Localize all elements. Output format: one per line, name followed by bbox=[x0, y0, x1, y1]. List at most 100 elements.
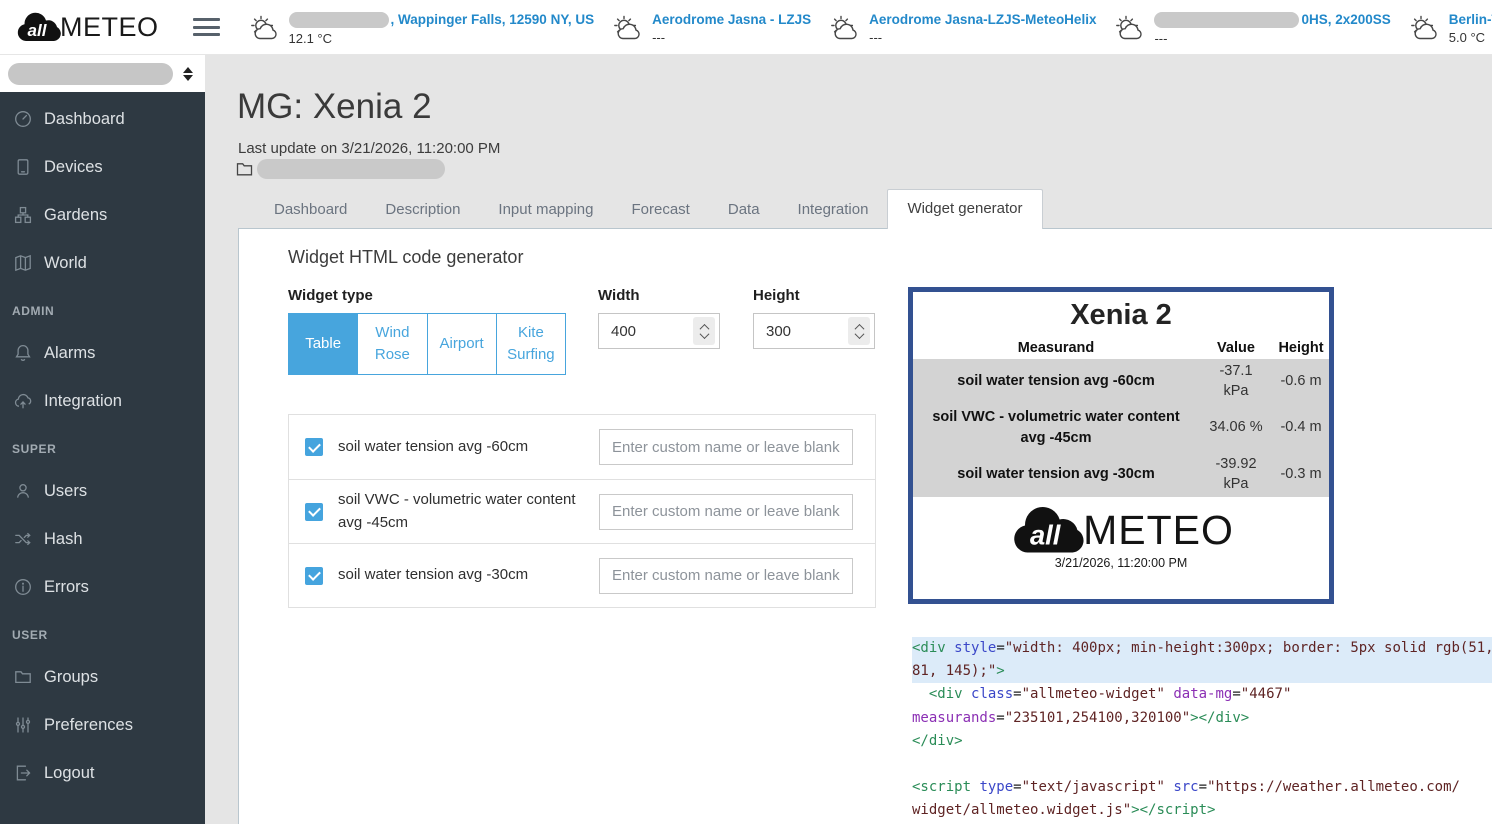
sidebar-item-preferences[interactable]: Preferences bbox=[0, 701, 205, 749]
preview-measurand: soil VWC - volumetric water content avg … bbox=[932, 409, 1180, 447]
sidebar-item-devices[interactable]: Devices bbox=[0, 143, 205, 191]
preview-title: Xenia 2 bbox=[1070, 299, 1172, 331]
width-input[interactable] bbox=[599, 322, 669, 340]
code-line: measurands="235101,254100,320100"></div> bbox=[912, 709, 1250, 726]
preview-value: 34.06 % bbox=[1209, 419, 1263, 436]
custom-name-input[interactable] bbox=[599, 493, 853, 530]
station-temp: --- bbox=[652, 29, 666, 45]
station-link-aerodrome-jasna-lzjs-meteohelix[interactable]: Aerodrome Jasna-LZJS-MeteoHelix --- bbox=[826, 7, 1096, 48]
widget-generator-panel: Widget HTML code generator Widget type T… bbox=[238, 228, 1492, 824]
redacted-text bbox=[1154, 11, 1300, 28]
tab-data[interactable]: Data bbox=[709, 191, 779, 228]
preview-row: soil VWC - volumetric water content avg … bbox=[913, 404, 1329, 453]
sidebar-item-logout[interactable]: Logout bbox=[0, 749, 205, 797]
generator-controls: Widget type Table Wind Rose Airport Kite Su… bbox=[288, 287, 888, 407]
allmeteo-logo[interactable]: all METEO bbox=[14, 9, 159, 45]
tab-dashboard[interactable]: Dashboard bbox=[255, 191, 366, 228]
errors-icon bbox=[13, 577, 33, 597]
station-name: Aerodrome Jasna-LZJS-MeteoHelix bbox=[869, 11, 1097, 27]
sun-cloud-icon bbox=[826, 13, 864, 48]
measurand-checkbox[interactable] bbox=[305, 566, 323, 585]
sidebar-item-hash[interactable]: Hash bbox=[0, 515, 205, 563]
logout-icon bbox=[13, 763, 33, 783]
sidebar-item-errors[interactable]: Errors bbox=[0, 563, 205, 611]
sidebar-item-dashboard[interactable]: Dashboard bbox=[0, 95, 205, 143]
sidebar-section-admin: ADMIN bbox=[12, 304, 55, 318]
custom-name-input[interactable] bbox=[599, 557, 853, 594]
measurand-checkbox[interactable] bbox=[305, 438, 323, 456]
gardens-icon bbox=[13, 205, 33, 225]
station-name: , Wappinger Falls, 12590 NY, US bbox=[288, 11, 594, 28]
sun-cloud-icon bbox=[1111, 13, 1149, 48]
integration-icon bbox=[13, 391, 33, 411]
widget-type-wind-rose-button[interactable]: Wind Rose bbox=[357, 313, 428, 375]
preview-measurand: soil water tension avg -30cm bbox=[957, 466, 1155, 483]
topbar: all METEO , Wappinger Falls, 12590 NY, U… bbox=[0, 0, 1492, 55]
tab-input-mapping[interactable]: Input mapping bbox=[479, 191, 612, 228]
hamburger-menu-icon[interactable] bbox=[189, 10, 224, 45]
height-stepper[interactable] bbox=[848, 317, 870, 345]
sidebar-item-alarms[interactable]: Alarms bbox=[0, 329, 205, 377]
group-select-dropdown[interactable] bbox=[0, 55, 205, 92]
tab-description[interactable]: Description bbox=[366, 191, 479, 228]
preview-row: soil water tension avg -60cm -37.1 kPa -0.… bbox=[913, 359, 1329, 405]
station-link-aerodrome-jasna-lzjs[interactable]: Aerodrome Jasna - LZJS --- bbox=[609, 7, 811, 48]
sun-cloud-icon bbox=[1406, 13, 1444, 48]
world-icon bbox=[13, 253, 33, 273]
preview-value: -37.1 kPa bbox=[1219, 363, 1253, 399]
sidebar-item-gardens[interactable]: Gardens bbox=[0, 191, 205, 239]
logo-meteo-text: METEO bbox=[60, 11, 159, 42]
sidebar-item-integration[interactable]: Integration bbox=[0, 377, 205, 425]
code-line: <script type="text/javascript" src="http… bbox=[912, 779, 1460, 796]
folder-icon bbox=[236, 163, 253, 176]
devices-icon bbox=[13, 157, 33, 177]
station-temp: 12.1 °C bbox=[288, 30, 333, 46]
groups-icon bbox=[13, 667, 33, 687]
sun-cloud-icon bbox=[246, 13, 284, 48]
tab-widget-generator[interactable]: Widget generator bbox=[887, 189, 1043, 229]
custom-name-input[interactable] bbox=[599, 429, 853, 465]
preview-height: -0.6 m bbox=[1280, 372, 1322, 389]
tab-integration[interactable]: Integration bbox=[779, 191, 888, 228]
station-link-berlin-tegel[interactable]: Berlin-Tegel 5.0 °C bbox=[1406, 7, 1492, 48]
tab-forecast[interactable]: Forecast bbox=[613, 191, 709, 228]
preview-table: Measurand Value Height soil water tension … bbox=[913, 337, 1329, 498]
page-title: MG: Xenia 2 bbox=[237, 87, 432, 126]
station-link-wappinger-falls-12590-ny-us[interactable]: , Wappinger Falls, 12590 NY, US 12.1 °C bbox=[246, 7, 594, 48]
measurand-row: soil VWC - volumetric water content avg … bbox=[289, 479, 875, 543]
height-input-wrap bbox=[753, 313, 875, 349]
preview-measurand: soil water tension avg -60cm bbox=[957, 373, 1155, 390]
measurand-row: soil water tension avg -60cm bbox=[289, 415, 875, 479]
code-line: </div> bbox=[912, 732, 963, 749]
sidebar-section-super: SUPER bbox=[12, 442, 57, 456]
sidebar-item-users[interactable]: Users bbox=[0, 467, 205, 515]
preview-height: -0.4 m bbox=[1280, 419, 1322, 436]
station-list: , Wappinger Falls, 12590 NY, US 12.1 °C Ae… bbox=[246, 7, 1492, 48]
logo-all-text: all bbox=[28, 21, 48, 40]
folder-row bbox=[236, 159, 447, 179]
cloud-logo-icon: all bbox=[1014, 507, 1084, 553]
station-link-0hs-2x200ss[interactable]: 0HS, 2x200SS --- bbox=[1111, 7, 1391, 48]
select-updown-icon bbox=[183, 66, 193, 81]
generator-heading: Widget HTML code generator bbox=[288, 247, 524, 267]
preview-table-header: Measurand Value Height bbox=[913, 337, 1329, 359]
logo-meteo-text: METEO bbox=[1083, 506, 1234, 553]
height-input[interactable] bbox=[754, 322, 824, 340]
measurand-row: soil water tension avg -30cm bbox=[289, 543, 875, 607]
sidebar-item-groups[interactable]: Groups bbox=[0, 653, 205, 701]
main-content: MG: Xenia 2 Last update on 3/21/2026, 11… bbox=[205, 55, 1492, 824]
width-input-wrap bbox=[598, 313, 720, 349]
widget-type-group: Table Wind Rose Airport Kite Surfing bbox=[288, 313, 566, 375]
measurand-list: soil water tension avg -60cm soil VWC - v… bbox=[288, 414, 876, 608]
widget-type-airport-button[interactable]: Airport bbox=[426, 313, 497, 375]
widget-type-table-button[interactable]: Table bbox=[288, 313, 359, 375]
widget-type-kite-surfing-button[interactable]: Kite Surfing bbox=[495, 313, 566, 375]
widget-code-snippet: <div style="width: 400px; min-height:300… bbox=[912, 637, 1492, 823]
measurand-checkbox[interactable] bbox=[305, 502, 323, 521]
measurand-label: soil VWC - volumetric water content avg … bbox=[338, 491, 576, 531]
sidebar-item-world[interactable]: World bbox=[0, 239, 205, 287]
width-stepper[interactable] bbox=[693, 317, 715, 345]
sidebar-section-user: USER bbox=[12, 628, 48, 642]
width-label: Width bbox=[598, 287, 640, 304]
logo-all-text: all bbox=[1030, 520, 1062, 551]
